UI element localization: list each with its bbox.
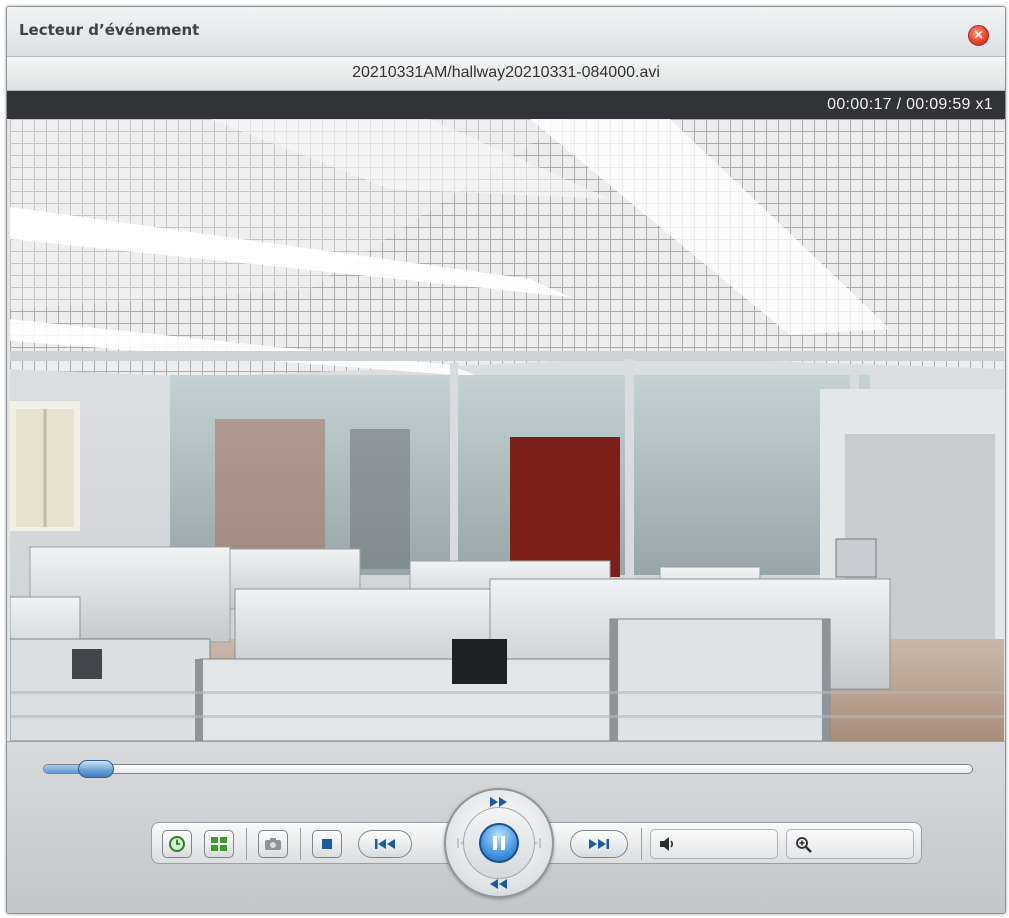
timeline-button[interactable]: [162, 830, 192, 858]
zoom-control[interactable]: [786, 829, 914, 859]
file-name: 20210331AM/hallway20210331-084000.avi: [352, 64, 660, 81]
event-player-window: Lecteur d’événement × 20210331AM/hallway…: [6, 6, 1006, 914]
office-scene-image: [10, 119, 1004, 741]
clock-icon: [169, 836, 185, 852]
volume-control[interactable]: [650, 829, 778, 859]
snapshot-button[interactable]: [258, 830, 288, 858]
seek-bar[interactable]: [43, 760, 973, 778]
zoom-in-icon: [796, 837, 812, 853]
stop-icon: [322, 839, 332, 849]
previous-button[interactable]: [358, 830, 412, 858]
layout-button[interactable]: [204, 830, 234, 858]
toolbar-separator: [641, 828, 642, 860]
file-name-bar: 20210331AM/hallway20210331-084000.avi: [7, 57, 1005, 91]
title-bar[interactable]: Lecteur d’événement ×: [7, 7, 1005, 57]
video-frame[interactable]: [10, 119, 1004, 741]
playback-controls: [7, 741, 1005, 913]
stop-button[interactable]: [312, 830, 342, 858]
skip-back-icon: [375, 839, 395, 849]
speaker-icon: [660, 837, 674, 851]
playback-dial: [444, 788, 554, 898]
time-bar: 00:00:17 / 00:09:59 x1: [7, 91, 1005, 119]
next-button[interactable]: [570, 830, 628, 858]
fast-rewind-down-icon[interactable]: [489, 878, 509, 890]
close-icon: ×: [972, 27, 985, 43]
pause-icon: [493, 836, 505, 850]
time-readout: 00:00:17 / 00:09:59 x1: [827, 96, 993, 113]
toolbar-separator: [300, 828, 301, 860]
window-title: Lecteur d’événement: [19, 21, 200, 39]
close-button[interactable]: ×: [968, 25, 989, 46]
grid-icon: [211, 837, 227, 851]
skip-forward-icon: [589, 839, 609, 849]
seek-thumb[interactable]: [77, 760, 114, 778]
pause-button[interactable]: [479, 823, 519, 863]
camera-icon: [265, 838, 281, 850]
toolbar-separator: [246, 828, 247, 860]
